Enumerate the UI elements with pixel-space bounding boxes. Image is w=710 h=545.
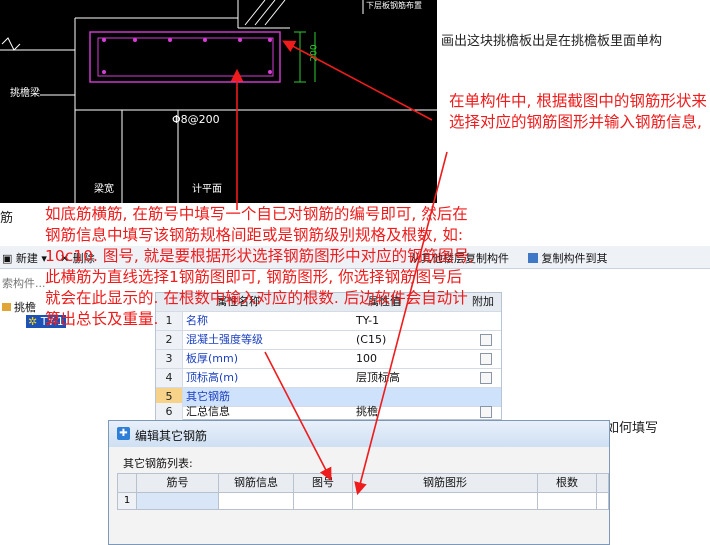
annotation-left: 如底筋横筋, 在筋号中填写一个自已对钢筋的编号即可, 然后在钢筋信息中填写该钢筋… <box>45 205 475 328</box>
arrow-to-cad-slab <box>282 40 433 121</box>
arrow-to-bar-number <box>264 351 332 481</box>
annotation-right: 在单构件中, 根据截图中的钢筋形状来选择对应的钢筋图形并输入钢筋信息, <box>449 92 707 131</box>
